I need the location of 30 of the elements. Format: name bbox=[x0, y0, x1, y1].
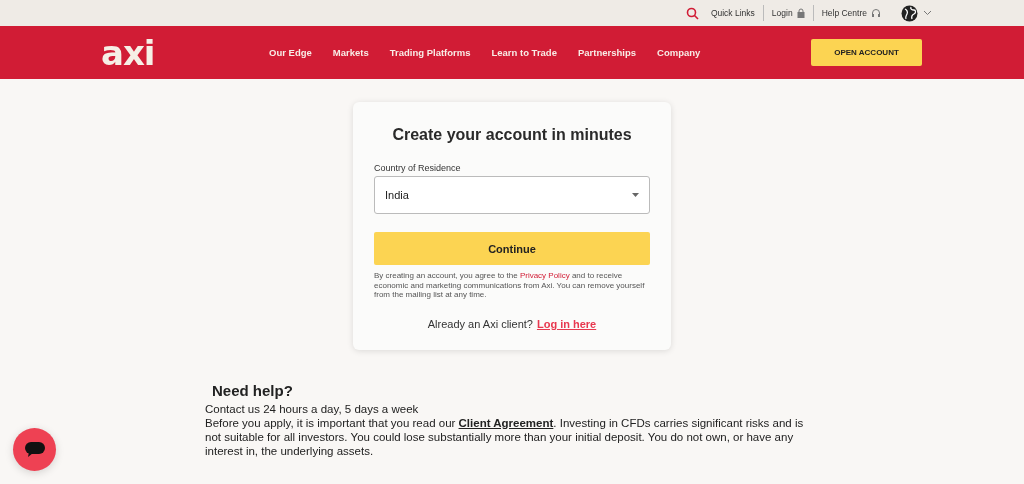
globe-icon[interactable] bbox=[901, 4, 918, 22]
nav-link[interactable]: Our Edge bbox=[258, 47, 323, 58]
nav-link[interactable]: Trading Platforms bbox=[379, 47, 481, 58]
nav-link[interactable]: Partnerships bbox=[567, 47, 647, 58]
quick-links-link[interactable]: Quick Links bbox=[702, 8, 763, 18]
lock-icon bbox=[796, 8, 805, 18]
login-prompt: Already an Axi client? bbox=[427, 317, 533, 330]
field-label: Country of Residence bbox=[374, 163, 462, 173]
headset-icon bbox=[871, 8, 881, 18]
dropdown-caret-icon bbox=[632, 193, 639, 197]
nav-link[interactable]: Company bbox=[646, 47, 711, 58]
login-link[interactable]: Login bbox=[763, 8, 801, 18]
consent-text: By creating an account, you agree to the Privacy Policy and to receive economic and marketing communications from Axi. You can remove yourself from the mailing list at any time. bbox=[374, 271, 646, 300]
login-here-link[interactable]: Log in here bbox=[536, 317, 597, 330]
privacy-policy-link[interactable]: Privacy Policy bbox=[519, 271, 570, 280]
card-title: Create your account in minutes bbox=[391, 126, 633, 144]
help-title: Need help? bbox=[212, 383, 294, 398]
continue-button[interactable]: Continue bbox=[374, 232, 650, 265]
disclaimer-text: Before you apply, it is important that you read our Client Agreement. Investing in CFDs carries significant risks and is not suitable for all investors. You could lose substantially more than your initial deposit. You do not own, or have any interest in, the underlying assets. bbox=[205, 415, 805, 458]
open-account-button[interactable]: OPEN ACCOUNT bbox=[811, 39, 922, 66]
chat-button[interactable] bbox=[13, 428, 56, 471]
help-centre-link[interactable]: Help Centre bbox=[813, 8, 875, 18]
country-select[interactable]: India bbox=[374, 176, 650, 214]
search-icon[interactable] bbox=[685, 6, 699, 20]
nav-link[interactable]: Markets bbox=[322, 47, 380, 58]
nav-link[interactable]: Learn to Trade bbox=[481, 47, 568, 58]
chat-bubble-icon bbox=[24, 441, 45, 458]
chevron-down-icon[interactable] bbox=[923, 10, 932, 16]
contact-text: Contact us 24 hours a day, 5 days a week bbox=[205, 401, 420, 416]
logo[interactable]: axi bbox=[101, 35, 155, 70]
